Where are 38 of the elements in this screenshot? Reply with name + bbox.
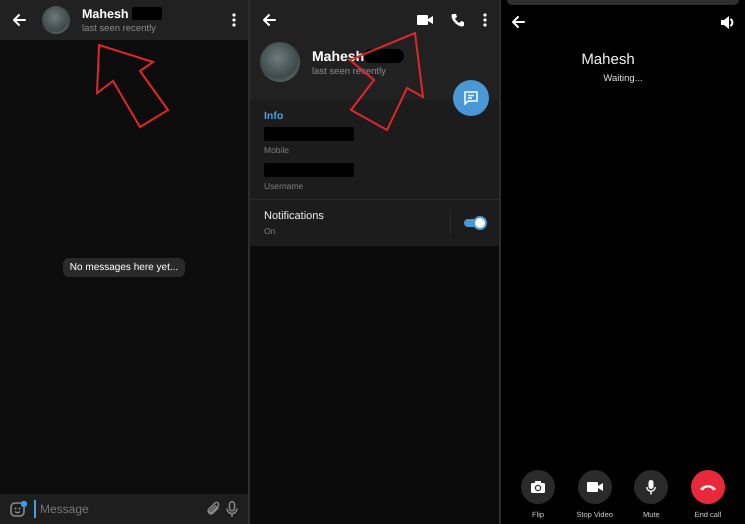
microphone-icon [646, 480, 656, 494]
message-input[interactable]: Message [34, 500, 200, 518]
notifications-value: On [264, 226, 276, 236]
camera-icon [531, 481, 545, 493]
mute-button[interactable] [634, 470, 668, 504]
field-label: Mobile [264, 145, 290, 155]
phone-icon[interactable] [451, 13, 465, 27]
notifications-label: Notifications [264, 210, 325, 222]
stop-video-button[interactable] [578, 470, 612, 504]
speaker-icon[interactable] [721, 16, 735, 28]
redaction-block [132, 7, 162, 20]
contact-name[interactable]: Mahesh [82, 6, 129, 20]
end-call-button[interactable] [690, 470, 725, 504]
paperclip-icon[interactable] [206, 501, 220, 517]
video-camera-icon [586, 482, 603, 492]
more-icon[interactable] [232, 13, 236, 27]
back-icon[interactable] [12, 13, 26, 27]
field-label: Username [264, 181, 304, 191]
back-icon[interactable] [511, 15, 525, 29]
flip-camera-button[interactable] [521, 470, 555, 504]
avatar-photo[interactable] [42, 6, 70, 34]
chat-bubble-icon [464, 91, 478, 105]
redaction-block [364, 48, 404, 62]
video-camera-icon[interactable] [417, 15, 433, 25]
call-status: Waiting... [603, 73, 643, 84]
caller-name: Mahesh [581, 51, 635, 68]
phone-hang-up-icon [698, 483, 717, 491]
back-icon[interactable] [262, 13, 276, 27]
message-button[interactable] [453, 80, 489, 116]
avatar-photo[interactable] [260, 42, 300, 82]
microphone-icon[interactable] [226, 500, 238, 518]
empty-chat-notice: No messages here yet... [62, 258, 186, 276]
last-seen-status: last seen recently [82, 22, 157, 34]
more-icon[interactable] [483, 13, 487, 27]
notifications-toggle[interactable] [463, 216, 487, 230]
section-title: Info [264, 110, 284, 122]
sticker-icon[interactable] [10, 500, 28, 518]
message-composer[interactable]: Message [0, 494, 248, 524]
